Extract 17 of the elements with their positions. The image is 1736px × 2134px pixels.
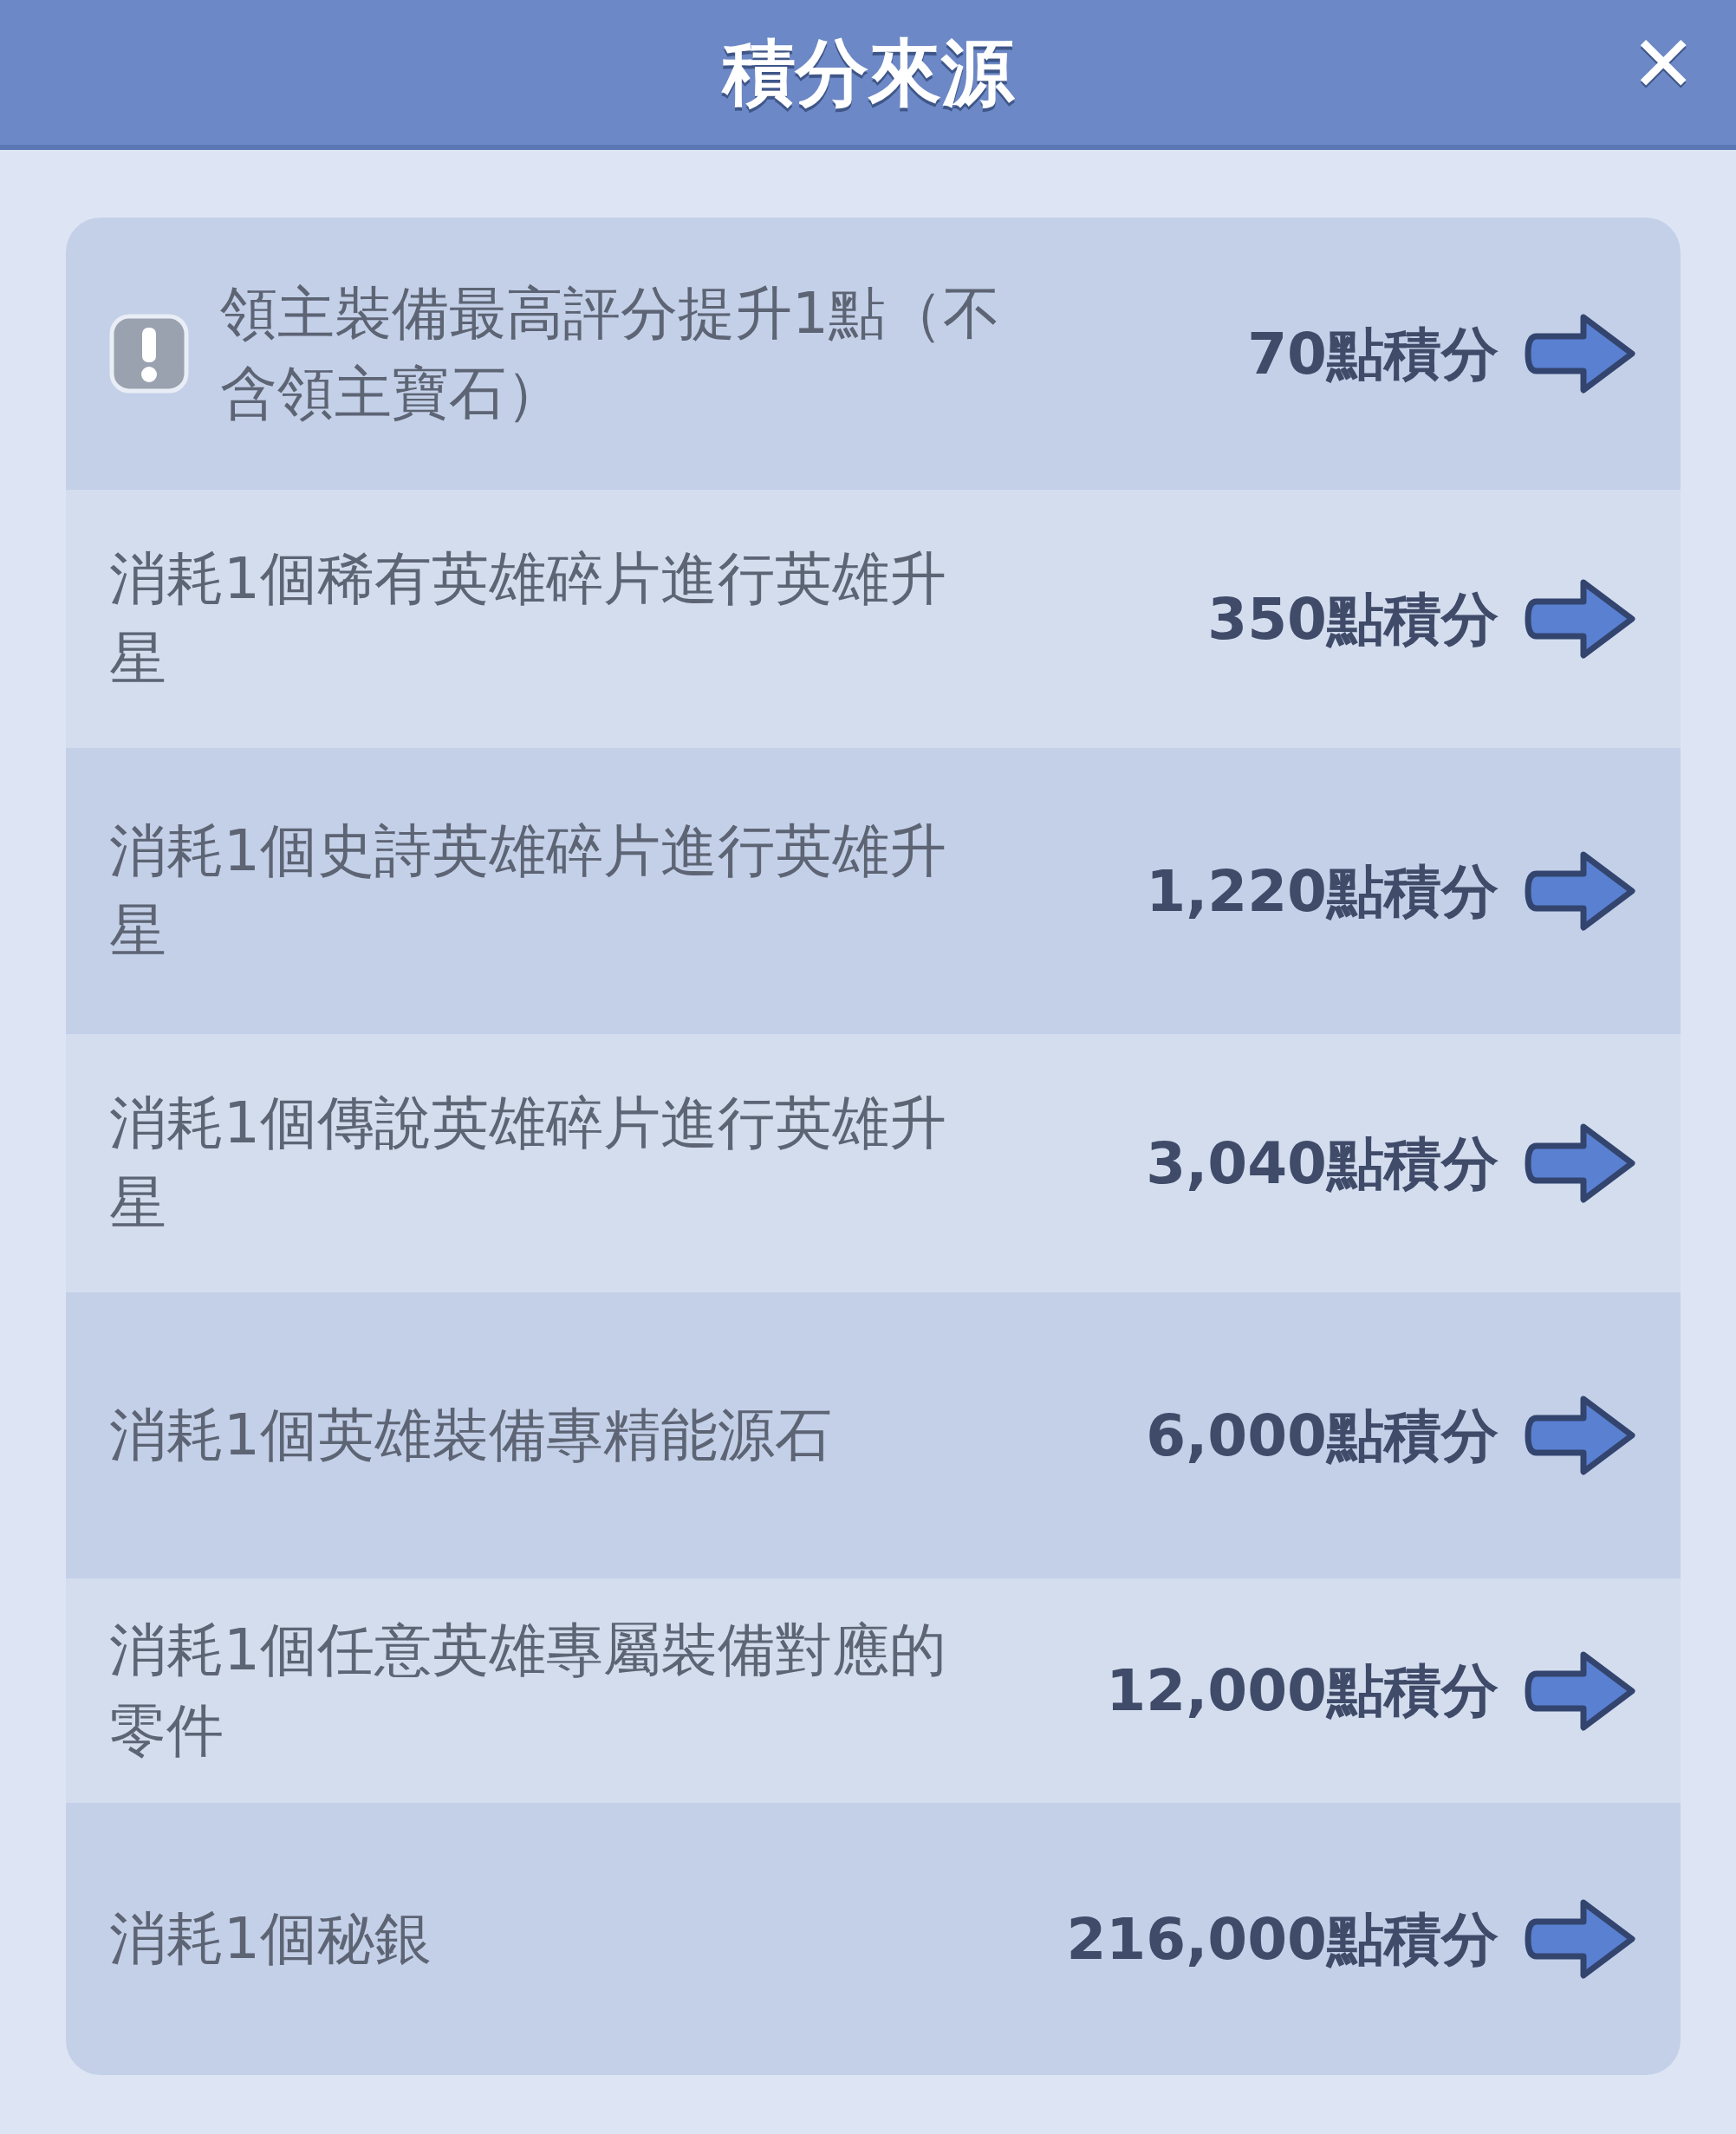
source-text: 消耗1個傳說英雄碎片進行英雄升星 <box>109 1088 947 1238</box>
exclamation-icon <box>109 314 189 394</box>
source-text: 領主裝備最高評分提升1點（不含領主寶石） <box>220 278 1001 428</box>
points-text: 3,040點積分 <box>1146 1129 1499 1199</box>
source-text: 消耗1個任意英雄專屬裝備對應的零件 <box>109 1616 947 1766</box>
points-text: 12,000點積分 <box>1106 1656 1499 1726</box>
points-text: 70點積分 <box>1247 319 1499 389</box>
points-text: 350點積分 <box>1207 584 1499 654</box>
window-title: 積分來源 <box>722 29 1014 117</box>
points-text: 216,000點積分 <box>1066 1904 1499 1975</box>
points-text: 1,220點積分 <box>1146 856 1499 927</box>
points-text: 6,000點積分 <box>1146 1401 1499 1471</box>
source-text: 消耗1個稀有英雄碎片進行英雄升星 <box>109 543 947 693</box>
close-button[interactable]: ✕ <box>1625 24 1701 104</box>
source-text: 消耗1個史詩英雄碎片進行英雄升星 <box>109 816 947 966</box>
source-text: 消耗1個秘銀 <box>109 1903 432 1974</box>
source-text: 消耗1個英雄裝備專精能源石 <box>109 1400 833 1470</box>
